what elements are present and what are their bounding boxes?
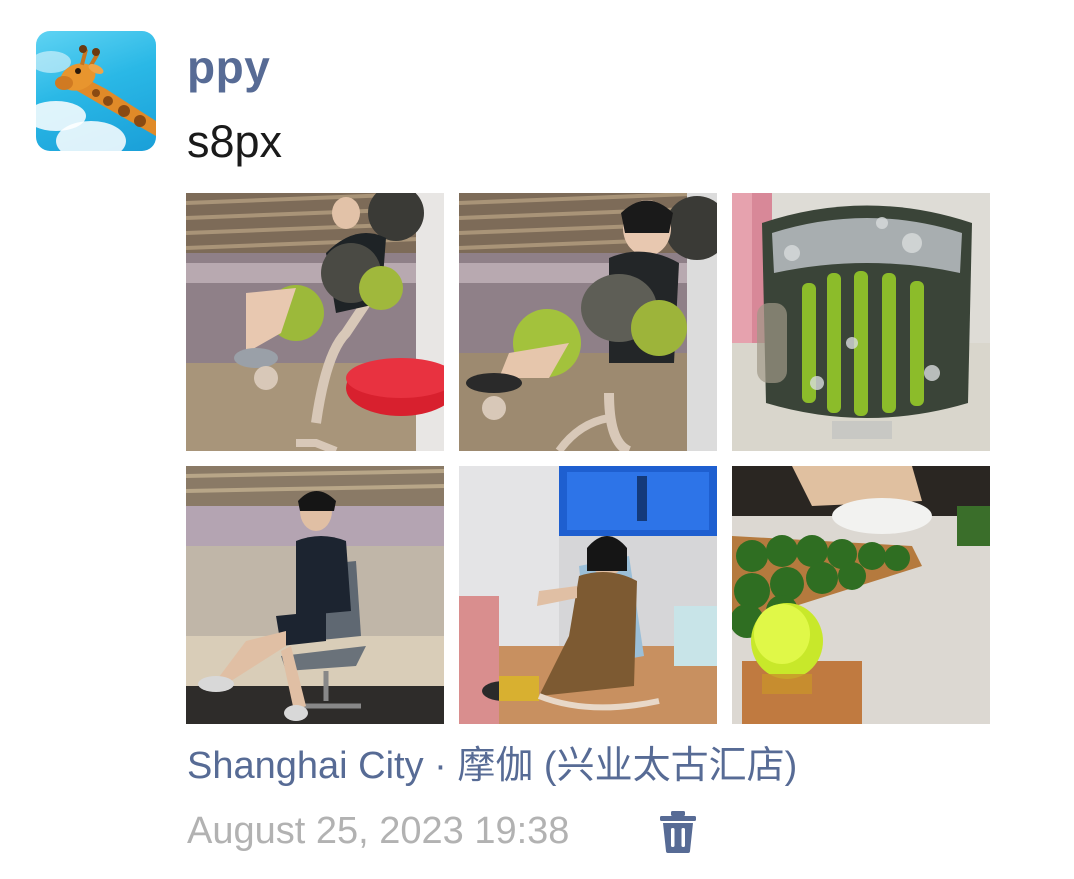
trash-icon <box>660 811 696 853</box>
photo-grid <box>186 193 990 724</box>
photo-thumbnail-3[interactable] <box>732 193 990 451</box>
moment-post: ppy s8px Shanghai City · 摩伽 (兴业太古汇店) Aug… <box>0 0 1074 879</box>
photo-thumbnail-5[interactable] <box>459 466 717 724</box>
photo-thumbnail-1[interactable] <box>186 193 444 451</box>
photo-reflective-vase <box>732 193 990 451</box>
photo-thumbnail-6[interactable] <box>732 466 990 724</box>
giraffe-icon <box>55 45 156 136</box>
avatar[interactable] <box>36 31 156 151</box>
photo-massage-chair-man <box>186 193 444 451</box>
photo-man-in-office-chair <box>186 466 444 724</box>
photo-woman-in-office-chair <box>459 466 717 724</box>
photo-green-fruit-tray <box>732 466 990 724</box>
post-text: s8px <box>187 116 283 167</box>
delete-button[interactable] <box>660 811 696 853</box>
photo-massage-chair-woman <box>459 193 717 451</box>
photo-thumbnail-2[interactable] <box>459 193 717 451</box>
location-link[interactable]: Shanghai City · 摩伽 (兴业太古汇店) <box>187 740 797 792</box>
post-timestamp: August 25, 2023 19:38 <box>187 810 570 852</box>
photo-thumbnail-4[interactable] <box>186 466 444 724</box>
username[interactable]: ppy <box>187 37 270 97</box>
